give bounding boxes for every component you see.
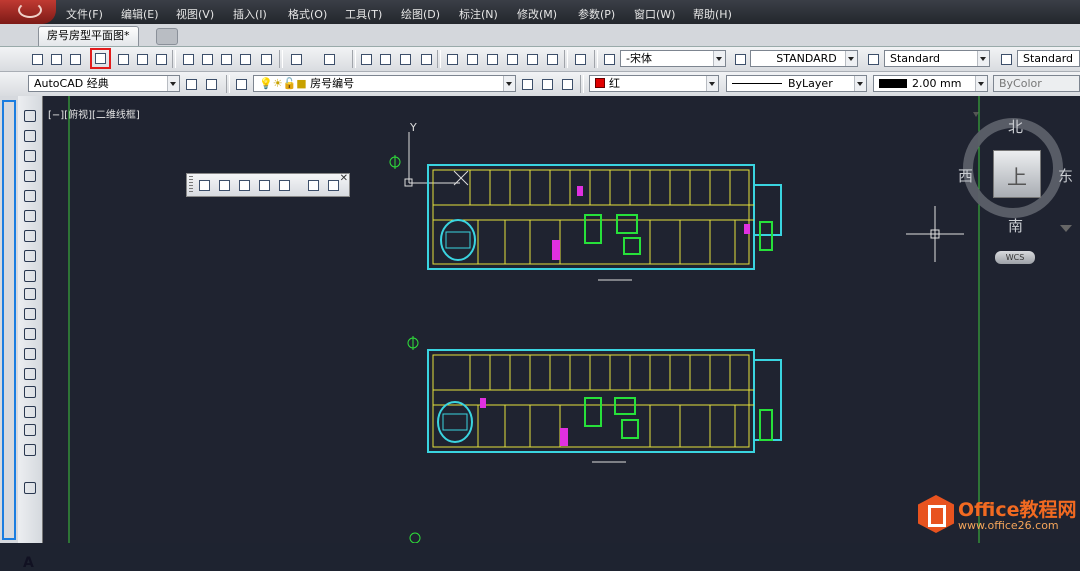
floating-3d-toolbar: ✕ [186, 173, 350, 197]
3d-box-icon[interactable] [195, 176, 212, 193]
drawing-content: Y [68, 96, 1072, 543]
viewcube[interactable]: 上 [993, 150, 1041, 198]
watermark-title: Office教程网 [958, 499, 1077, 521]
ucs-y-label: Y [409, 121, 417, 134]
compass-west[interactable]: 西 [958, 165, 973, 186]
3d-orbit-icon[interactable] [324, 176, 341, 193]
close-icon[interactable]: ✕ [340, 173, 348, 184]
compass-east[interactable]: 东 [1058, 165, 1073, 186]
multiline-text-icon[interactable]: A [23, 555, 34, 571]
3d-union-icon[interactable] [235, 176, 252, 193]
ucs-icon: Y [404, 121, 469, 187]
wcs-menu-button[interactable]: WCS [995, 251, 1035, 264]
floor-plan-1 [427, 164, 782, 281]
3d-sphere-icon[interactable] [215, 176, 232, 193]
crosshair-cursor [906, 206, 964, 262]
watermark-url: www.office26.com [958, 519, 1059, 532]
compass-south[interactable]: 南 [1008, 215, 1023, 236]
3d-subtract-icon[interactable] [255, 176, 272, 193]
north-arrow-icon [389, 155, 421, 543]
compass-north[interactable]: 北 [1008, 116, 1023, 137]
viewcube-top-face[interactable]: 上 [994, 161, 1040, 190]
floor-plan-2 [427, 349, 782, 463]
3d-intersect-icon[interactable] [275, 176, 292, 193]
3d-view-icon[interactable] [304, 176, 321, 193]
